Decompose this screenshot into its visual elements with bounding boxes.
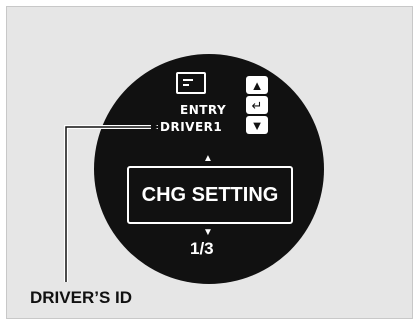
- callout-arrow-icon: [151, 123, 160, 131]
- callout-leader-line: [64, 123, 160, 282]
- driver-id-caption: DRIVER’S ID: [30, 288, 133, 307]
